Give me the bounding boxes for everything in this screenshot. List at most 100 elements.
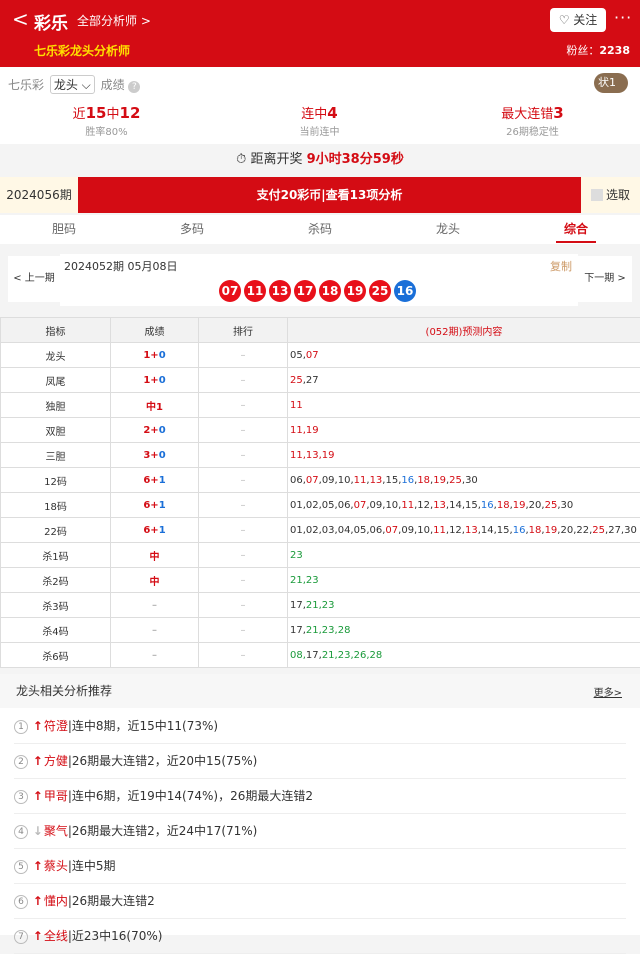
fans-value: 2238 <box>599 44 630 57</box>
rank-cell: – <box>199 393 288 418</box>
blue-ball: 16 <box>394 280 416 302</box>
status-badge[interactable]: 状1 <box>594 73 628 93</box>
recommend-item[interactable]: 7 ↑全线|近23中16(70%) <box>14 919 626 954</box>
result-cell: 6+1 <box>111 493 199 518</box>
more-menu-icon[interactable]: ··· <box>614 8 632 27</box>
result-part: 1 <box>159 500 166 511</box>
table-row: 18码6+1–01,02,05,06,07,09,10,11,12,13,14,… <box>1 493 640 518</box>
arrow-up-icon: ↑ <box>32 884 44 919</box>
number-group: 18 <box>497 500 510 511</box>
all-analysts-link[interactable]: 全部分析师 > <box>77 12 151 29</box>
number-group: 07 <box>385 525 398 536</box>
rank-cell: – <box>199 618 288 643</box>
number-group: 21,23 <box>290 575 319 586</box>
prediction-cell: 17,21,23 <box>288 593 640 618</box>
prediction-cell: 11 <box>288 393 640 418</box>
number-group: 25 <box>545 500 558 511</box>
rank-number: 3 <box>14 790 28 804</box>
number-group: 17, <box>306 650 322 661</box>
tab-multi[interactable]: 多码 <box>128 215 256 243</box>
table-row: 杀2码中–21,23 <box>1 568 640 593</box>
category-select[interactable]: 龙头 ⌵ <box>50 75 95 94</box>
tab-head[interactable]: 龙头 <box>384 215 512 243</box>
rank-number: 5 <box>14 860 28 874</box>
prev-issue-button[interactable]: < 上一期 <box>8 256 60 302</box>
analyst-name: 全线 <box>44 929 68 943</box>
prediction-cell: 25,27 <box>288 368 640 393</box>
result-part: 0 <box>159 450 166 461</box>
follow-button[interactable]: ♡ 关注 <box>550 8 606 32</box>
draw-issue: 2024052期 05月08日 <box>64 258 177 274</box>
number-group: ,09,10, <box>366 500 401 511</box>
col-prediction: (052期)预测内容 <box>288 318 640 343</box>
table-row: 龙头1+0–05,07 <box>1 343 640 368</box>
result-part: – <box>152 650 157 661</box>
indicator-cell: 杀3码 <box>1 593 111 618</box>
draw-panel: 2024052期 05月08日 复制 0711131718192516 <box>60 254 578 306</box>
prediction-cell: 08,17,21,23,26,28 <box>288 643 640 668</box>
tab-overall[interactable]: 综合 <box>512 215 640 243</box>
prediction-cell: 06,07,09,10,11,13,15,16,18,19,25,30 <box>288 468 640 493</box>
rank-cell: – <box>199 518 288 543</box>
indicator-cell: 18码 <box>1 493 111 518</box>
recommend-title: 龙头相关分析推荐 <box>0 674 640 708</box>
number-group: ,09,10, <box>319 475 354 486</box>
recommend-item[interactable]: 6 ↑懂内|26期最大连错2 <box>14 884 626 919</box>
rank-cell: – <box>199 468 288 493</box>
analyst-detail: |26期最大连错2，近24中17(71%) <box>68 824 258 838</box>
number-group: 13 <box>465 525 478 536</box>
more-link[interactable]: 更多> <box>594 684 622 699</box>
red-ball: 11 <box>244 280 266 302</box>
help-icon[interactable]: ? <box>128 81 140 93</box>
result-cell: 6+1 <box>111 518 199 543</box>
page-title: 彩乐 <box>34 9 68 34</box>
number-group: 13 <box>370 475 383 486</box>
recommend-item[interactable]: 4 ↓聚气|26期最大连错2，近24中17(71%) <box>14 814 626 849</box>
number-group: 07 <box>354 500 367 511</box>
indicator-cell: 双胆 <box>1 418 111 443</box>
result-part: 中 <box>150 577 160 588</box>
number-group: 08, <box>290 650 306 661</box>
prediction-cell: 11,19 <box>288 418 640 443</box>
rank-cell: – <box>199 418 288 443</box>
number-group: ,20,22, <box>557 525 592 536</box>
result-part: – <box>152 600 157 611</box>
rank-number: 1 <box>14 720 28 734</box>
tab-dan[interactable]: 胆码 <box>0 215 128 243</box>
indicator-cell: 22码 <box>1 518 111 543</box>
pick-checkbox[interactable]: 选取 <box>581 177 640 213</box>
result-part: + <box>150 475 158 486</box>
number-group: 16 <box>513 525 526 536</box>
number-group: 23 <box>290 550 303 561</box>
tab-kill[interactable]: 杀码 <box>256 215 384 243</box>
table-row: 凤尾1+0–25,27 <box>1 368 640 393</box>
number-group: ,14,15, <box>478 525 513 536</box>
back-icon[interactable]: < <box>12 8 36 32</box>
result-cell: 中 <box>111 568 199 593</box>
result-part: 0 <box>159 375 166 386</box>
recommend-item[interactable]: 3 ↑甲哥|连中6期，近19中14(74%)，26期最大连错2 <box>14 779 626 814</box>
pay-button[interactable]: 支付20彩币|查看13项分析 <box>78 177 581 213</box>
rank-cell: – <box>199 343 288 368</box>
recommend-item[interactable]: 5 ↑蔡头|连中5期 <box>14 849 626 884</box>
recommend-item[interactable]: 2 ↑方健|26期最大连错2，近20中15(75%) <box>14 744 626 779</box>
analyst-subtitle: 七乐彩龙头分析师 <box>34 42 130 59</box>
number-group: 18 <box>417 475 430 486</box>
rank-cell: – <box>199 568 288 593</box>
red-ball: 07 <box>219 280 241 302</box>
number-group: ,27 <box>303 375 319 386</box>
recommend-item[interactable]: 1 ↑符澄|连中8期，近15中11(73%) <box>14 709 626 744</box>
rank-number: 4 <box>14 825 28 839</box>
result-part: + <box>150 450 158 461</box>
indicator-cell: 凤尾 <box>1 368 111 393</box>
next-issue-button[interactable]: 下一期 > <box>578 256 632 302</box>
number-group: 11 <box>433 525 446 536</box>
prediction-cell: 21,23 <box>288 568 640 593</box>
indicator-cell: 杀4码 <box>1 618 111 643</box>
grade-label: 成绩 <box>101 78 125 92</box>
rank-number: 2 <box>14 755 28 769</box>
number-group: 05, <box>290 350 306 361</box>
copy-link[interactable]: 复制 <box>550 258 572 274</box>
number-group: 19 <box>513 500 526 511</box>
number-group: 07 <box>306 350 319 361</box>
